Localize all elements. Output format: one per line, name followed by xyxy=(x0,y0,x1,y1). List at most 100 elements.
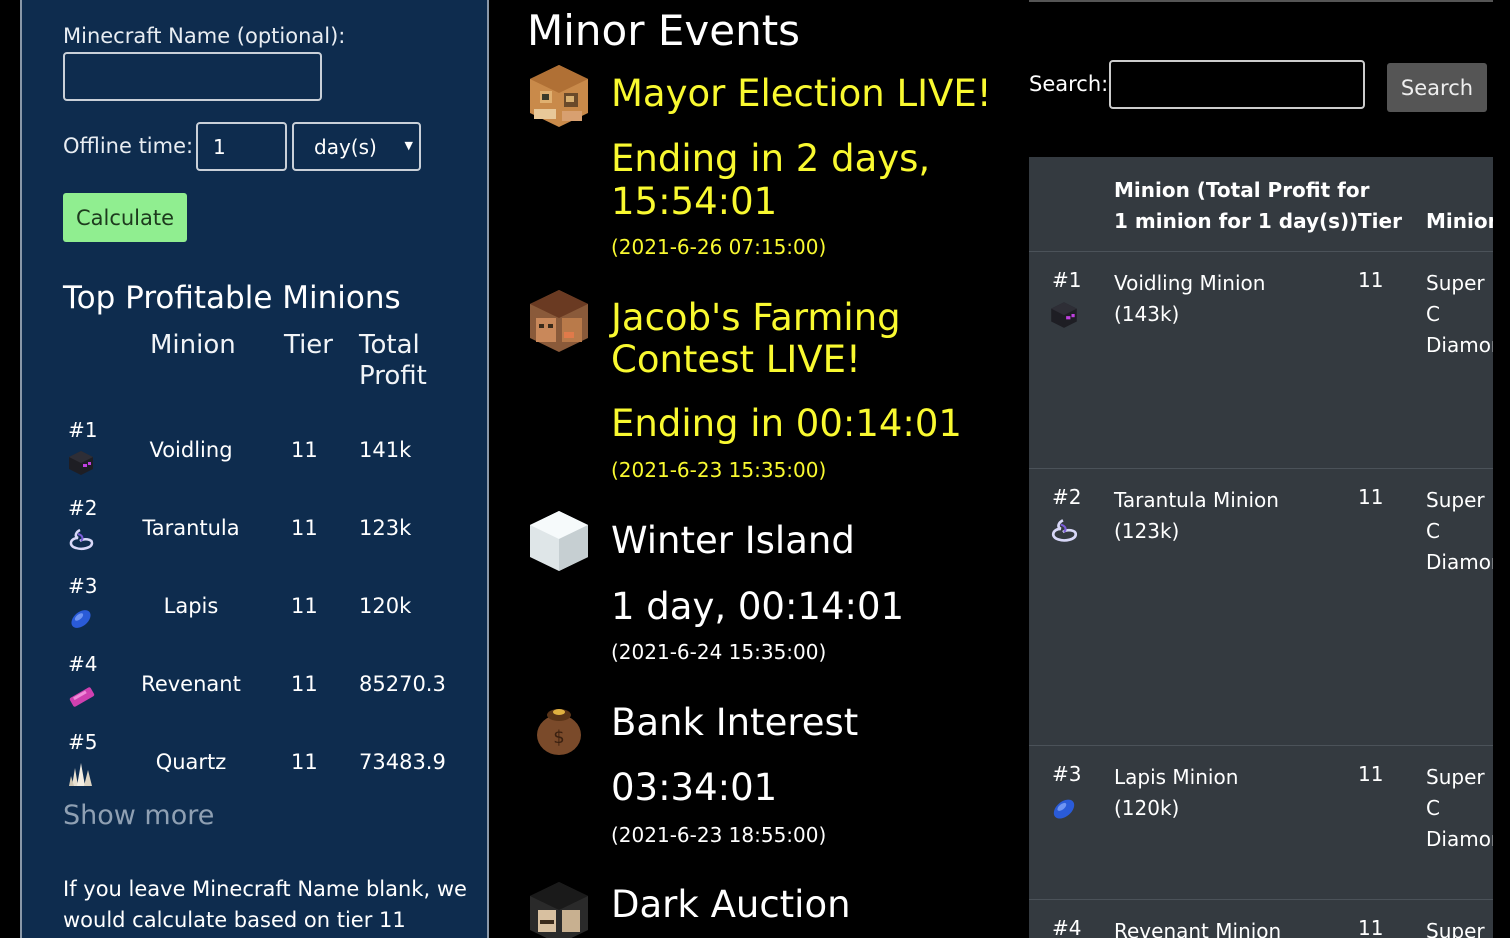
minion-tier: 11 xyxy=(291,516,318,540)
search-button[interactable]: Search xyxy=(1387,63,1487,112)
top-minion-row: #1 Voidling 11 141k xyxy=(22,418,487,496)
tarantula-icon xyxy=(1052,519,1078,542)
chevron-down-icon: ▼ xyxy=(404,139,413,152)
minion-tier: 11 xyxy=(291,594,318,618)
minion-name: Quartz xyxy=(155,750,227,774)
table-row: #4 Revenant Minion 11 Super C xyxy=(1029,899,1493,938)
minion-profit: 123k xyxy=(359,516,412,540)
calculate-button[interactable]: Calculate xyxy=(63,193,187,242)
col-minion-profit-header: Minion (Total Profit for 1 minion for 1 … xyxy=(1114,178,1370,233)
minion-name: Voidling xyxy=(149,438,233,462)
top-minion-row: #3 Lapis 11 120k xyxy=(22,574,487,652)
minion-tier: 11 xyxy=(1358,762,1384,786)
event-date: (2021-6-23 18:55:00) xyxy=(611,823,827,847)
snow-block-icon xyxy=(530,511,588,571)
event-countdown: 03:34:01 xyxy=(611,766,778,809)
minion-tier: 11 xyxy=(291,438,318,462)
jacob-head-icon xyxy=(530,290,588,352)
minion-name: Revenant xyxy=(141,672,241,696)
search-label: Search: xyxy=(1029,72,1109,96)
minion-name: Revenant Minion xyxy=(1114,919,1282,938)
minion-profit: 73483.9 xyxy=(359,750,446,774)
rank-number: #3 xyxy=(68,574,98,598)
event-date: (2021-6-23 15:35:00) xyxy=(611,458,827,482)
rank-number: #1 xyxy=(1052,268,1082,292)
show-more-link[interactable]: Show more xyxy=(63,800,214,831)
col-tier-header: Tier xyxy=(284,330,333,360)
search-input[interactable] xyxy=(1109,60,1365,109)
event-date: (2021-6-26 07:15:00) xyxy=(611,235,827,259)
rank-number: #1 xyxy=(68,418,98,442)
minion-tier: 11 xyxy=(291,750,318,774)
rank-number: #4 xyxy=(68,652,98,676)
minion-tier: 11 xyxy=(1358,916,1384,938)
rank-number: #2 xyxy=(1052,485,1082,509)
top-minion-row: #4 Revenant 11 85270.3 xyxy=(22,652,487,730)
tarantula-icon xyxy=(69,528,94,551)
lapis-icon xyxy=(71,610,91,628)
coin-bag-icon: $ xyxy=(537,709,581,755)
event-title: Dark Auction xyxy=(611,883,851,926)
event-countdown: Ending in 00:14:01 xyxy=(611,402,962,445)
minion-name: Tarantula xyxy=(142,516,240,540)
minion-table: Minion (Total Profit for 1 minion for 1 … xyxy=(1029,157,1493,938)
table-row: #1 Voidling Minion (143k) 11 Super C Dia… xyxy=(1029,251,1493,468)
top-minion-row: #2 Tarantula 11 123k xyxy=(22,496,487,574)
event-jacob-contest: Jacob's Farming Contest LIVE! Ending in … xyxy=(526,288,1006,488)
col-minion-header: Minion xyxy=(1426,209,1493,233)
voidling-icon xyxy=(69,451,93,475)
blank-name-note: If you leave Minecraft Name blank, we wo… xyxy=(63,877,467,932)
minion-upgrade: Super C Diamon xyxy=(1426,765,1493,851)
minion-tier: 11 xyxy=(1358,485,1384,509)
lapis-icon xyxy=(1053,799,1075,819)
minion-upgrade: Super C Diamon xyxy=(1426,488,1493,574)
voidling-icon xyxy=(1051,302,1077,328)
event-date: (2021-6-24 15:35:00) xyxy=(611,640,827,664)
event-title: Bank Interest xyxy=(611,701,859,744)
minion-profit: 120k xyxy=(359,594,412,618)
time-unit-select[interactable]: day(s) ▼ xyxy=(292,122,421,171)
event-title: Winter Island xyxy=(611,519,855,562)
event-mayor-election: Mayor Election LIVE! Ending in 2 days, 1… xyxy=(526,63,1006,263)
calculator-panel: Minecraft Name (optional): Offline time:… xyxy=(20,0,489,938)
quartz-icon xyxy=(69,763,92,786)
minion-name: Tarantula Minion (123k) xyxy=(1114,488,1279,543)
dark-auction-head-icon xyxy=(530,882,588,938)
top-minions-title: Top Profitable Minions xyxy=(63,280,401,316)
offline-time-label: Offline time: xyxy=(63,134,194,158)
event-countdown: Ending in 2 days, 15:54:01 xyxy=(611,137,931,223)
top-minion-row: #5 Quartz 11 73483.9 xyxy=(22,730,487,808)
rank-number: #2 xyxy=(68,496,98,520)
rank-number: #3 xyxy=(1052,762,1082,786)
offline-time-input[interactable]: 1 xyxy=(196,122,287,171)
col-profit-header: Total Profit xyxy=(359,330,427,391)
table-row: #2 Tarantula Minion (123k) 11 Super C Di… xyxy=(1029,468,1493,745)
rank-number: #5 xyxy=(68,730,98,754)
event-title: Mayor Election LIVE! xyxy=(611,72,992,115)
minion-profit: 141k xyxy=(359,438,412,462)
minion-profit: 85270.3 xyxy=(359,672,446,696)
minecraft-name-label: Minecraft Name (optional): xyxy=(63,24,346,48)
minion-upgrade: Super C Diamon xyxy=(1426,271,1493,357)
event-countdown: 1 day, 00:14:01 xyxy=(611,585,905,628)
revenant-icon xyxy=(69,687,95,707)
mayor-head-icon xyxy=(530,65,588,127)
minecraft-name-input[interactable] xyxy=(63,52,322,101)
time-unit-selected: day(s) xyxy=(314,134,377,159)
minion-tier: 11 xyxy=(1358,268,1384,292)
rank-number: #4 xyxy=(1052,916,1082,938)
event-dark-auction: Dark Auction xyxy=(526,880,1006,938)
minion-name: Lapis Minion (120k) xyxy=(1114,765,1239,820)
event-bank-interest: $ Bank Interest 03:34:01 (2021-6-23 18:5… xyxy=(526,697,1006,857)
table-row: #3 Lapis Minion (120k) 11 Super C Diamon xyxy=(1029,745,1493,899)
event-winter-island: Winter Island 1 day, 00:14:01 (2021-6-24… xyxy=(526,508,1006,668)
minor-events-title: Minor Events xyxy=(527,6,801,55)
svg-text:$: $ xyxy=(553,727,564,748)
minion-upgrade: Super C xyxy=(1426,919,1485,938)
event-title: Jacob's Farming Contest LIVE! xyxy=(611,296,901,381)
minion-name: Lapis xyxy=(163,594,219,618)
divider xyxy=(1029,0,1493,2)
col-minion-header: Minion xyxy=(150,330,236,360)
minion-name: Voidling Minion (143k) xyxy=(1114,271,1266,326)
col-tier-header: Tier xyxy=(1358,209,1402,233)
